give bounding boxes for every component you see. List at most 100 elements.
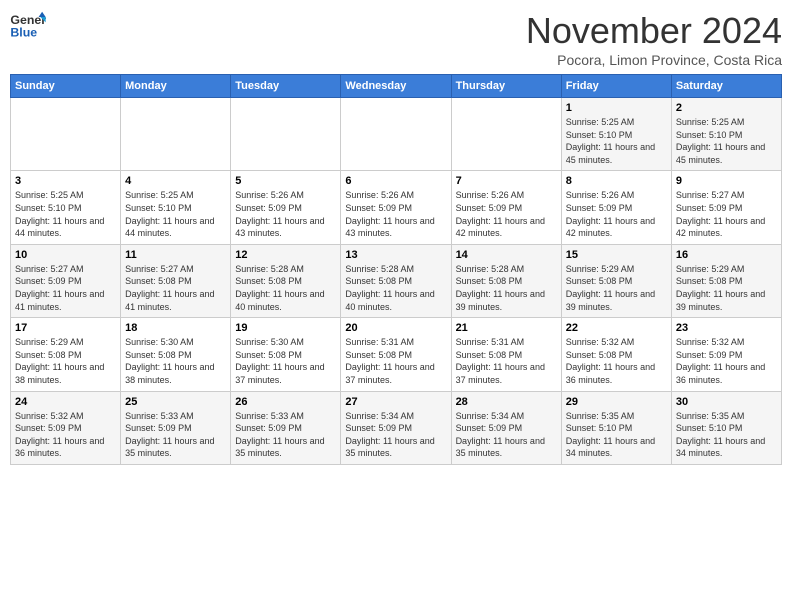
- week-row-1: 1Sunrise: 5:25 AMSunset: 5:10 PMDaylight…: [11, 98, 782, 171]
- day-number: 5: [235, 175, 336, 187]
- week-row-5: 24Sunrise: 5:32 AMSunset: 5:09 PMDayligh…: [11, 391, 782, 464]
- day-info: Sunrise: 5:28 AMSunset: 5:08 PMDaylight:…: [235, 263, 336, 313]
- calendar-cell: 13 Sunrise: 5:28 AMSunset: 5:08 PMDayligh…: [341, 244, 451, 317]
- svg-text:Blue: Blue: [10, 25, 37, 39]
- day-number: 9: [676, 175, 777, 187]
- calendar-cell: [11, 98, 121, 171]
- day-number: 10: [15, 249, 116, 261]
- day-info: Sunrise: 5:32 AMSunset: 5:09 PMDaylight:…: [15, 410, 116, 460]
- calendar-cell: 18 Sunrise: 5:30 AMSunset: 5:08 PMDayligh…: [121, 318, 231, 391]
- day-info: Sunrise: 5:31 AMSunset: 5:08 PMDaylight:…: [345, 336, 446, 386]
- day-info: Sunrise: 5:35 AMSunset: 5:10 PMDaylight:…: [566, 410, 667, 460]
- day-info: Sunrise: 5:26 AMSunset: 5:09 PMDaylight:…: [566, 189, 667, 239]
- calendar-cell: 17 Sunrise: 5:29 AMSunset: 5:08 PMDayligh…: [11, 318, 121, 391]
- calendar-cell: 10 Sunrise: 5:27 AMSunset: 5:09 PMDayligh…: [11, 244, 121, 317]
- day-info: Sunrise: 5:31 AMSunset: 5:08 PMDaylight:…: [456, 336, 557, 386]
- week-row-3: 10 Sunrise: 5:27 AMSunset: 5:09 PMDayligh…: [11, 244, 782, 317]
- calendar-cell: 16 Sunrise: 5:29 AMSunset: 5:08 PMDayligh…: [671, 244, 781, 317]
- calendar-cell: 27Sunrise: 5:34 AMSunset: 5:09 PMDayligh…: [341, 391, 451, 464]
- day-info: Sunrise: 5:25 AMSunset: 5:10 PMDaylight:…: [125, 189, 226, 239]
- day-info: Sunrise: 5:32 AMSunset: 5:09 PMDaylight:…: [676, 336, 777, 386]
- calendar-cell: 7Sunrise: 5:26 AMSunset: 5:09 PMDaylight…: [451, 171, 561, 244]
- calendar-cell: 3 Sunrise: 5:25 AMSunset: 5:10 PMDaylight…: [11, 171, 121, 244]
- weekday-header-saturday: Saturday: [671, 75, 781, 98]
- calendar-cell: 23 Sunrise: 5:32 AMSunset: 5:09 PMDayligh…: [671, 318, 781, 391]
- day-number: 29: [566, 396, 667, 408]
- calendar-cell: 20 Sunrise: 5:31 AMSunset: 5:08 PMDayligh…: [341, 318, 451, 391]
- day-number: 19: [235, 322, 336, 334]
- calendar-cell: 15 Sunrise: 5:29 AMSunset: 5:08 PMDayligh…: [561, 244, 671, 317]
- day-number: 21: [456, 322, 557, 334]
- logo-icon: General Blue: [10, 10, 46, 40]
- weekday-header-tuesday: Tuesday: [231, 75, 341, 98]
- week-row-2: 3 Sunrise: 5:25 AMSunset: 5:10 PMDaylight…: [11, 171, 782, 244]
- calendar-cell: 29 Sunrise: 5:35 AMSunset: 5:10 PMDayligh…: [561, 391, 671, 464]
- title-area: November 2024 Pocora, Limon Province, Co…: [526, 10, 782, 68]
- day-number: 8: [566, 175, 667, 187]
- weekday-header-friday: Friday: [561, 75, 671, 98]
- day-info: Sunrise: 5:29 AMSunset: 5:08 PMDaylight:…: [676, 263, 777, 313]
- day-number: 17: [15, 322, 116, 334]
- day-number: 15: [566, 249, 667, 261]
- calendar-cell: 22Sunrise: 5:32 AMSunset: 5:08 PMDayligh…: [561, 318, 671, 391]
- calendar-cell: 24Sunrise: 5:32 AMSunset: 5:09 PMDayligh…: [11, 391, 121, 464]
- day-info: Sunrise: 5:30 AMSunset: 5:08 PMDaylight:…: [125, 336, 226, 386]
- calendar-cell: [451, 98, 561, 171]
- day-info: Sunrise: 5:35 AMSunset: 5:10 PMDaylight:…: [676, 410, 777, 460]
- day-number: 20: [345, 322, 446, 334]
- calendar-cell: 25 Sunrise: 5:33 AMSunset: 5:09 PMDayligh…: [121, 391, 231, 464]
- day-info: Sunrise: 5:34 AMSunset: 5:09 PMDaylight:…: [456, 410, 557, 460]
- day-number: 26: [235, 396, 336, 408]
- day-info: Sunrise: 5:25 AMSunset: 5:10 PMDaylight:…: [15, 189, 116, 239]
- day-number: 4: [125, 175, 226, 187]
- day-info: Sunrise: 5:27 AMSunset: 5:08 PMDaylight:…: [125, 263, 226, 313]
- calendar-cell: 12 Sunrise: 5:28 AMSunset: 5:08 PMDayligh…: [231, 244, 341, 317]
- day-number: 30: [676, 396, 777, 408]
- day-number: 3: [15, 175, 116, 187]
- day-number: 18: [125, 322, 226, 334]
- day-info: Sunrise: 5:28 AMSunset: 5:08 PMDaylight:…: [345, 263, 446, 313]
- location: Pocora, Limon Province, Costa Rica: [526, 52, 782, 68]
- week-row-4: 17 Sunrise: 5:29 AMSunset: 5:08 PMDayligh…: [11, 318, 782, 391]
- calendar-cell: 8 Sunrise: 5:26 AMSunset: 5:09 PMDaylight…: [561, 171, 671, 244]
- calendar-cell: 4 Sunrise: 5:25 AMSunset: 5:10 PMDaylight…: [121, 171, 231, 244]
- day-info: Sunrise: 5:32 AMSunset: 5:08 PMDaylight:…: [566, 336, 667, 386]
- calendar-cell: 5 Sunrise: 5:26 AMSunset: 5:09 PMDaylight…: [231, 171, 341, 244]
- calendar-cell: 11 Sunrise: 5:27 AMSunset: 5:08 PMDayligh…: [121, 244, 231, 317]
- day-info: Sunrise: 5:27 AMSunset: 5:09 PMDaylight:…: [676, 189, 777, 239]
- day-info: Sunrise: 5:33 AMSunset: 5:09 PMDaylight:…: [235, 410, 336, 460]
- day-number: 16: [676, 249, 777, 261]
- day-info: Sunrise: 5:29 AMSunset: 5:08 PMDaylight:…: [15, 336, 116, 386]
- day-number: 12: [235, 249, 336, 261]
- day-info: Sunrise: 5:26 AMSunset: 5:09 PMDaylight:…: [345, 189, 446, 239]
- calendar-cell: 19Sunrise: 5:30 AMSunset: 5:08 PMDayligh…: [231, 318, 341, 391]
- day-number: 13: [345, 249, 446, 261]
- calendar-cell: [121, 98, 231, 171]
- calendar-cell: 6 Sunrise: 5:26 AMSunset: 5:09 PMDaylight…: [341, 171, 451, 244]
- day-number: 6: [345, 175, 446, 187]
- weekday-header-sunday: Sunday: [11, 75, 121, 98]
- month-title: November 2024: [526, 10, 782, 52]
- day-info: Sunrise: 5:27 AMSunset: 5:09 PMDaylight:…: [15, 263, 116, 313]
- calendar-cell: [231, 98, 341, 171]
- day-number: 25: [125, 396, 226, 408]
- weekday-header-wednesday: Wednesday: [341, 75, 451, 98]
- day-info: Sunrise: 5:26 AMSunset: 5:09 PMDaylight:…: [456, 189, 557, 239]
- day-info: Sunrise: 5:26 AMSunset: 5:09 PMDaylight:…: [235, 189, 336, 239]
- calendar-cell: 26 Sunrise: 5:33 AMSunset: 5:09 PMDayligh…: [231, 391, 341, 464]
- day-info: Sunrise: 5:29 AMSunset: 5:08 PMDaylight:…: [566, 263, 667, 313]
- calendar-cell: 21 Sunrise: 5:31 AMSunset: 5:08 PMDayligh…: [451, 318, 561, 391]
- day-number: 14: [456, 249, 557, 261]
- calendar-cell: 2Sunrise: 5:25 AMSunset: 5:10 PMDaylight…: [671, 98, 781, 171]
- day-info: Sunrise: 5:25 AMSunset: 5:10 PMDaylight:…: [566, 116, 667, 166]
- weekday-header-row: SundayMondayTuesdayWednesdayThursdayFrid…: [11, 75, 782, 98]
- day-info: Sunrise: 5:33 AMSunset: 5:09 PMDaylight:…: [125, 410, 226, 460]
- day-info: Sunrise: 5:28 AMSunset: 5:08 PMDaylight:…: [456, 263, 557, 313]
- calendar-cell: 30 Sunrise: 5:35 AMSunset: 5:10 PMDayligh…: [671, 391, 781, 464]
- day-number: 11: [125, 249, 226, 261]
- calendar-cell: 9 Sunrise: 5:27 AMSunset: 5:09 PMDaylight…: [671, 171, 781, 244]
- day-number: 23: [676, 322, 777, 334]
- calendar-cell: [341, 98, 451, 171]
- header: General Blue November 2024 Pocora, Limon…: [10, 10, 782, 68]
- day-number: 28: [456, 396, 557, 408]
